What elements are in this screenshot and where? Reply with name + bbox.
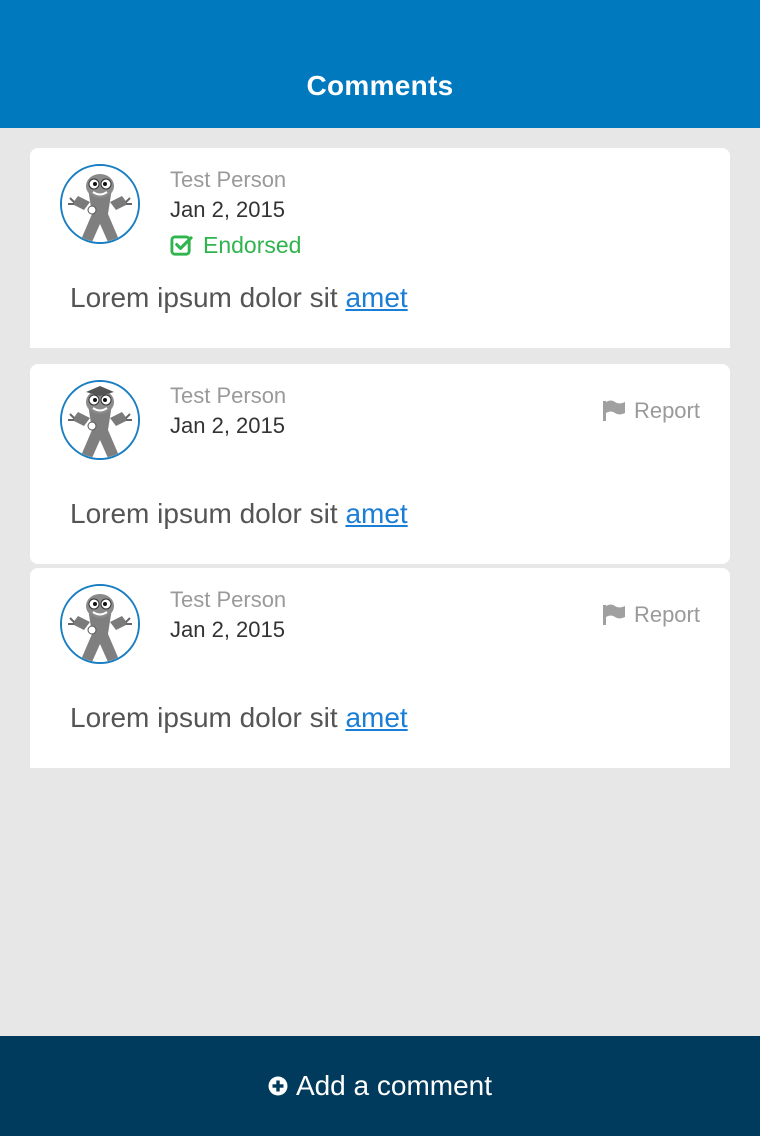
- report-button[interactable]: Report: [602, 602, 700, 628]
- avatar-icon: [62, 586, 138, 662]
- page-title: Comments: [306, 70, 454, 101]
- add-comment-button[interactable]: Add a comment: [0, 1036, 760, 1136]
- comment-text: Lorem ipsum dolor sit: [70, 702, 346, 733]
- report-label: Report: [633, 398, 700, 423]
- comment-card: Test Person Jan 2, 2015 Report Lorem ips…: [30, 568, 730, 768]
- comment-text: Lorem ipsum dolor sit: [70, 498, 346, 529]
- comment-date: Jan 2, 2015: [170, 197, 285, 222]
- flag-icon: [602, 400, 625, 421]
- endorsed-badge: Endorsed: [170, 232, 301, 259]
- comment-link[interactable]: amet: [345, 498, 407, 529]
- comment-body: Lorem ipsum dolor sit amet: [70, 702, 408, 734]
- avatar-icon: [62, 382, 138, 458]
- comment-link[interactable]: amet: [345, 702, 407, 733]
- flag-icon: [602, 604, 625, 625]
- report-button[interactable]: Report: [602, 398, 700, 424]
- avatar[interactable]: [60, 380, 140, 460]
- plus-circle-icon: [268, 1076, 288, 1096]
- comment-author: Test Person: [170, 167, 287, 192]
- add-comment-label: Add a comment: [295, 1070, 493, 1101]
- avatar[interactable]: [60, 584, 140, 664]
- check-square-icon: [170, 235, 193, 256]
- endorsed-label: Endorsed: [203, 232, 302, 258]
- comment-link[interactable]: amet: [345, 282, 407, 313]
- report-label: Report: [633, 602, 700, 627]
- comment-body: Lorem ipsum dolor sit amet: [70, 282, 408, 314]
- avatar[interactable]: [60, 164, 140, 244]
- comment-date: Jan 2, 2015: [170, 413, 285, 438]
- comment-card: Test Person Jan 2, 2015 Report Lorem ips…: [30, 364, 730, 564]
- comment-date: Jan 2, 2015: [170, 617, 285, 642]
- comment-text: Lorem ipsum dolor sit: [70, 282, 346, 313]
- comment-body: Lorem ipsum dolor sit amet: [70, 498, 408, 530]
- comment-card: Test Person Jan 2, 2015 Endorsed Lorem i…: [30, 148, 730, 348]
- app-header: Comments: [0, 0, 760, 128]
- comment-author: Test Person: [170, 383, 287, 408]
- comment-author: Test Person: [170, 587, 287, 612]
- avatar-icon: [62, 166, 138, 242]
